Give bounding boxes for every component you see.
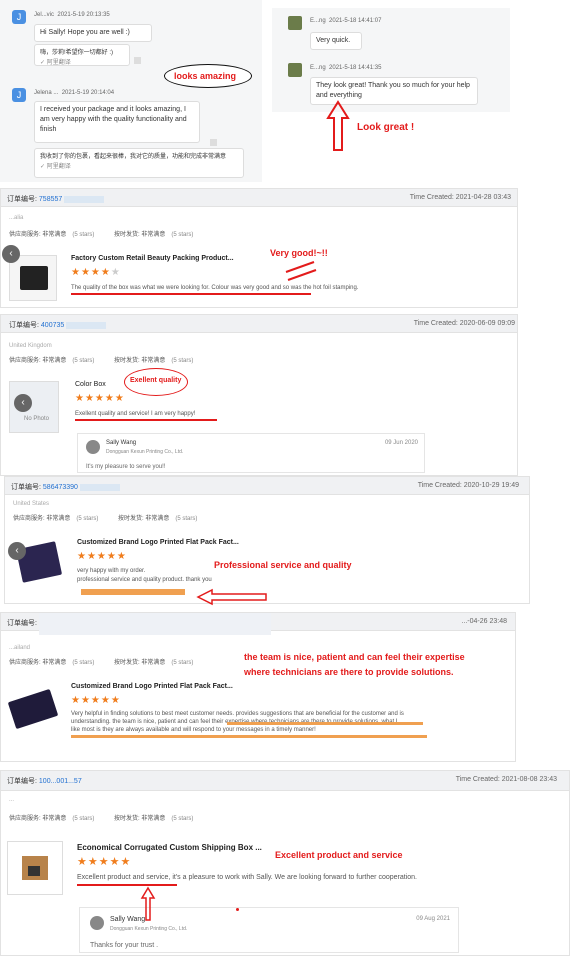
up-arrow-icon bbox=[140, 886, 156, 921]
chat-sender: E...ng 2021-5-18 14:41:35 bbox=[310, 65, 382, 71]
annotation-exellent-quality: Exellent quality bbox=[130, 377, 182, 384]
checkbox-icon[interactable] bbox=[134, 57, 141, 64]
product-image bbox=[7, 841, 63, 895]
star-rating: ★★★★★ bbox=[77, 551, 127, 562]
review-text: professional service and quality product… bbox=[77, 577, 212, 583]
avatar bbox=[90, 916, 104, 930]
annotation-look-great: Look great ! bbox=[357, 122, 415, 133]
review-text: Exellent quality and service! I am very … bbox=[75, 411, 196, 417]
time-created: ...-04-26 23:48 bbox=[461, 618, 507, 625]
avatar: J bbox=[12, 10, 26, 24]
star-rating: ★★★★★ bbox=[75, 393, 125, 404]
chat-translation: 嗨，莎莉!希望你一切都好 :) ✓ 阿里翻译 bbox=[34, 44, 130, 66]
prev-arrow-icon[interactable]: ‹ bbox=[14, 394, 32, 412]
service-ratings: 供应商服务: 非常满意 (5 stars) 按时发货: 非常满意 (5 stars) bbox=[9, 816, 194, 822]
annotation-looks-amazing: looks amazing bbox=[174, 71, 237, 81]
reply-date: 09 Jun 2020 bbox=[384, 440, 418, 446]
prev-arrow-icon[interactable]: ‹ bbox=[8, 542, 26, 560]
note-bubble: looks amazing bbox=[164, 64, 252, 88]
highlight-bar bbox=[81, 589, 185, 595]
review-card: 订单编号: 758557 Time Created: 2021-04-28 03… bbox=[0, 188, 518, 308]
annotation-team: the team is nice, patient and can feel t… bbox=[244, 652, 465, 677]
order-number: 订单编号: 758557 bbox=[7, 194, 105, 204]
review-card: 订单编号: 400735 Time Created: 2020-06-09 09… bbox=[0, 314, 518, 476]
avatar bbox=[288, 16, 302, 30]
card-header: 订单编号: 758557 Time Created: 2021-04-28 03… bbox=[1, 189, 517, 207]
chat-message: Very quick. bbox=[310, 32, 362, 50]
double-slash-mark bbox=[285, 261, 317, 281]
seller-reply: Sally Wang Dongguan Kexun Printing Co., … bbox=[77, 433, 425, 473]
card-header: 订单编号: 100...001...57 Time Created: 2021-… bbox=[1, 771, 569, 791]
annotation-professional: Professional service and quality bbox=[214, 560, 352, 570]
highlight-underline bbox=[77, 884, 177, 886]
reply-date: 09 Aug 2021 bbox=[416, 916, 450, 922]
buyer-country: ...alia bbox=[9, 215, 24, 221]
product-title[interactable]: Customized Brand Logo Printed Flat Pack … bbox=[71, 683, 233, 690]
buyer-country: United Kingdom bbox=[9, 343, 52, 349]
checkbox-icon[interactable] bbox=[210, 139, 217, 146]
chat-sender: E...ng 2021-5-18 14:41:07 bbox=[310, 18, 382, 24]
chat-translation: 我收到了你的包裹，看起来很棒，我对它的质量，功能和完成非常满意 ✓ 阿里翻译 bbox=[34, 148, 244, 178]
card-header: 订单编号: 400735 Time Created: 2020-06-09 09… bbox=[1, 315, 517, 333]
order-number: 订单编号: 586473390 bbox=[11, 482, 120, 492]
reply-text: Thanks for your trust . bbox=[90, 942, 159, 949]
time-created: Time Created: 2021-04-28 03:43 bbox=[409, 194, 511, 201]
red-dot bbox=[236, 908, 239, 911]
review-text: very happy with my order. bbox=[77, 568, 146, 574]
buyer-country: United States bbox=[13, 501, 50, 507]
service-ratings: 供应商服务: 非常满意 (5 stars) 按时发货: 非常满意 (5 stars) bbox=[9, 660, 194, 666]
chat-message: Hi Sally! Hope you are well :) bbox=[34, 24, 152, 42]
product-title[interactable]: Customized Brand Logo Printed Flat Pack … bbox=[77, 539, 239, 546]
product-title[interactable]: Economical Corrugated Custom Shipping Bo… bbox=[77, 843, 262, 852]
chat-sender: Jelena ... 2021-5-19 20:14:04 bbox=[34, 90, 115, 96]
chat-sender: Jel...vic 2021-5-19 20:13:35 bbox=[34, 12, 110, 18]
chat-panel-left: J Jel...vic 2021-5-19 20:13:35 Hi Sally!… bbox=[0, 0, 262, 182]
service-ratings: 供应商服务: 非常满意 (5 stars) 按时发货: 非常满意 (5 stars) bbox=[9, 358, 194, 364]
review-card: 订单编号: ...-04-26 23:48 ...ailand 供应商服务: 非… bbox=[0, 612, 516, 762]
highlight-underline bbox=[75, 419, 217, 421]
review-text: The quality of the box was what we were … bbox=[71, 285, 359, 291]
avatar: J bbox=[12, 88, 26, 102]
reply-company: Dongguan Kexun Printing Co., Ltd. bbox=[110, 926, 188, 932]
product-title[interactable]: Color Box bbox=[75, 381, 106, 388]
reply-company: Dongguan Kexun Printing Co., Ltd. bbox=[106, 449, 184, 455]
reply-text: It's my pleasure to serve you!! bbox=[86, 464, 166, 470]
seller-reply: Sally Wang Dongguan Kexun Printing Co., … bbox=[79, 907, 459, 953]
star-rating: ★★★★★ bbox=[71, 695, 121, 706]
buyer-country: ...ailand bbox=[9, 645, 31, 651]
product-image bbox=[7, 683, 61, 737]
order-number: 订单编号: 400735 bbox=[9, 320, 107, 330]
review-card: 订单编号: 100...001...57 Time Created: 2021-… bbox=[0, 770, 570, 956]
star-rating: ★★★★★ bbox=[71, 267, 121, 278]
service-ratings: 供应商服务: 非常满意 (5 stars) 按时发货: 非常满意 (5 stars) bbox=[9, 232, 194, 238]
left-arrow-icon bbox=[196, 588, 267, 606]
chat-message: I received your package and it looks ama… bbox=[34, 101, 200, 143]
highlight-underline bbox=[71, 293, 311, 295]
card-header: 订单编号: 586473390 Time Created: 2020-10-29… bbox=[5, 477, 529, 495]
note-bubble: Exellent quality bbox=[124, 368, 188, 396]
order-number: 订单编号: bbox=[7, 620, 37, 627]
review-card: 订单编号: 586473390 Time Created: 2020-10-29… bbox=[4, 476, 530, 604]
star-rating: ★★★★★ bbox=[77, 856, 132, 868]
annotation-excellent-product: Excellent product and service bbox=[275, 850, 403, 860]
product-title[interactable]: Factory Custom Retail Beauty Packing Pro… bbox=[71, 255, 234, 262]
reply-name: Sally Wang bbox=[106, 440, 137, 446]
avatar bbox=[86, 440, 100, 454]
buyer-country: ... bbox=[9, 797, 15, 803]
highlight-bar bbox=[227, 722, 423, 725]
prev-arrow-icon[interactable]: ‹ bbox=[2, 245, 20, 263]
time-created: Time Created: 2021-08-08 23:43 bbox=[455, 776, 557, 783]
review-text: Excellent product and service, it's a pl… bbox=[77, 874, 417, 881]
avatar bbox=[288, 63, 302, 77]
blurred-area bbox=[39, 613, 271, 635]
order-number: 订单编号: 100...001...57 bbox=[7, 778, 82, 785]
annotation-very-good: Very good!~!! bbox=[270, 248, 328, 258]
highlight-bar bbox=[71, 735, 427, 738]
time-created: Time Created: 2020-10-29 19:49 bbox=[417, 482, 519, 489]
service-ratings: 供应商服务: 非常满意 (5 stars) 按时发货: 非常满意 (5 stars) bbox=[13, 516, 198, 522]
up-arrow-icon bbox=[326, 100, 350, 151]
time-created: Time Created: 2020-06-09 09:09 bbox=[413, 320, 515, 327]
product-image bbox=[9, 255, 57, 301]
chat-panel-right: E...ng 2021-5-18 14:41:07 Very quick. E.… bbox=[272, 8, 510, 112]
